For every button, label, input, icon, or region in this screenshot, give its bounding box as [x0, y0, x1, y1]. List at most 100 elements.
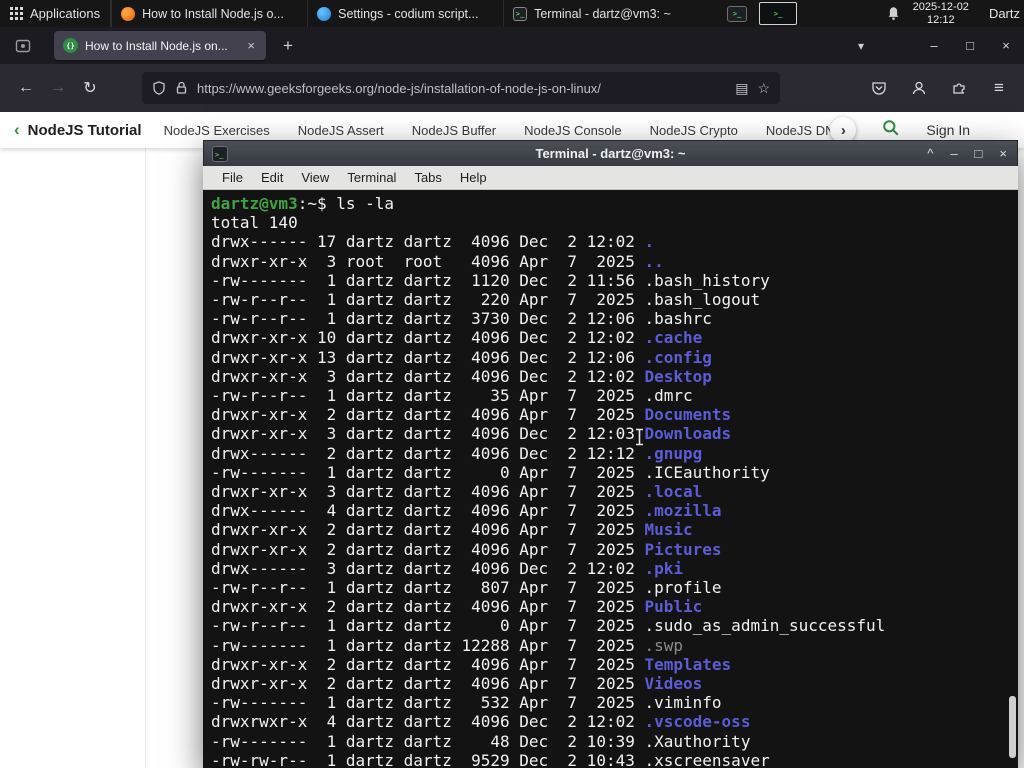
- mouse-cursor: [634, 428, 645, 451]
- notification-bell-icon[interactable]: [886, 6, 901, 21]
- taskbar-window-list: How to Install Node.js o... Settings - co…: [111, 0, 699, 27]
- file-name: Videos: [644, 674, 703, 694]
- applications-menu[interactable]: Applications: [0, 0, 110, 27]
- browser-maximize-button[interactable]: □: [952, 27, 988, 64]
- terminal-file-line: -rw-r--r-- 1 dartz dartz 0 Apr 7 2025 .s…: [211, 616, 886, 636]
- terminal-title: Terminal - dartz@vm3: ~: [535, 146, 686, 161]
- applications-grid-icon: [10, 7, 23, 20]
- file-name: Music: [644, 520, 693, 540]
- file-name: .viminfo: [644, 693, 722, 713]
- tab-close-icon[interactable]: ×: [245, 38, 257, 53]
- nav-item-nodejs-console[interactable]: NodeJS Console: [524, 123, 622, 138]
- taskbar-window-terminal[interactable]: Terminal - dartz@vm3: ~: [503, 0, 699, 27]
- extensions-puzzle-icon[interactable]: [944, 73, 974, 103]
- file-name: Templates: [644, 654, 732, 674]
- file-name: .xscreensaver: [644, 750, 770, 768]
- browser-minimize-button[interactable]: –: [916, 27, 952, 64]
- terminal-window-controls: ^ – □ ×: [927, 141, 1007, 166]
- file-name: Downloads: [644, 424, 732, 444]
- terminal-file-line: drwxr-xr-x 3 dartz dartz 4096 Dec 2 12:0…: [211, 424, 732, 444]
- terminal-file-line: -rw-r--r-- 1 dartz dartz 807 Apr 7 2025 …: [211, 578, 722, 598]
- file-name: .bash_history: [644, 270, 770, 290]
- taskbar-window-firefox[interactable]: How to Install Node.js o...: [111, 0, 307, 27]
- file-name: .gnupg: [644, 443, 703, 463]
- file-name: .sudo_as_admin_successful: [644, 616, 886, 636]
- forward-button[interactable]: →: [42, 72, 74, 104]
- reader-view-icon[interactable]: ▤: [735, 80, 748, 97]
- terminal-file-line: drwxr-xr-x 3 dartz dartz 4096 Dec 2 12:0…: [211, 366, 712, 386]
- tutorial-title[interactable]: NodeJS Tutorial: [28, 122, 142, 139]
- top-panel: Applications How to Install Node.js o...…: [0, 0, 1024, 27]
- terminal-scrollbar-thumb[interactable]: [1009, 696, 1016, 758]
- terminal-maximize-button[interactable]: □: [975, 147, 983, 160]
- nav-item-nodejs-buffer[interactable]: NodeJS Buffer: [412, 123, 496, 138]
- panel-date: 2025-12-02: [912, 1, 969, 13]
- terminal-file-line: -rw------- 1 dartz dartz 1120 Dec 2 11:5…: [211, 270, 770, 290]
- url-bar[interactable]: https://www.geeksforgeeks.org/node-js/in…: [142, 72, 780, 104]
- nav-item-nodejs-assert[interactable]: NodeJS Assert: [298, 123, 384, 138]
- browser-toolbar: ← → ↻ https://www.geeksforgeeks.org/node…: [0, 64, 1024, 112]
- terminal-menu-tabs[interactable]: Tabs: [405, 170, 450, 185]
- file-name: .config: [644, 347, 712, 367]
- terminal-launcher-button[interactable]: >_: [759, 2, 798, 25]
- terminal-icon: >_: [773, 9, 783, 18]
- back-button[interactable]: ←: [10, 72, 42, 104]
- terminal-title-bar[interactable]: >_ Terminal - dartz@vm3: ~ ^ – □ ×: [203, 140, 1018, 166]
- file-name: Documents: [644, 405, 732, 425]
- terminal-file-line: drwxr-xr-x 2 dartz dartz 4096 Apr 7 2025…: [211, 520, 693, 540]
- file-name: .Xauthority: [644, 731, 751, 751]
- browser-tab-bar: How to Install Node.js on... × + ▾ – □ ×: [0, 27, 1024, 64]
- terminal-shade-button[interactable]: ^: [927, 147, 933, 160]
- url-text[interactable]: https://www.geeksforgeeks.org/node-js/in…: [197, 81, 726, 96]
- terminal-file-line: drwxr-xr-x 13 dartz dartz 4096 Dec 2 12:…: [211, 347, 712, 367]
- site-search-icon[interactable]: [882, 119, 900, 142]
- bookmark-star-icon[interactable]: ☆: [757, 80, 770, 97]
- tracking-shield-icon[interactable]: [152, 81, 166, 95]
- site-nav-items: NodeJS Exercises NodeJS Assert NodeJS Buff…: [164, 123, 857, 138]
- terminal-menu-view[interactable]: View: [292, 170, 338, 185]
- terminal-file-line: drwxr-xr-x 3 dartz dartz 4096 Apr 7 2025…: [211, 482, 703, 502]
- padlock-icon[interactable]: [175, 81, 188, 95]
- new-tab-button[interactable]: +: [274, 32, 302, 60]
- terminal-menu-edit[interactable]: Edit: [252, 170, 292, 185]
- nav-item-nodejs-exercises[interactable]: NodeJS Exercises: [164, 123, 270, 138]
- terminal-file-line: drwxrwxr-x 4 dartz dartz 4096 Dec 2 12:0…: [211, 712, 751, 732]
- reload-button[interactable]: ↻: [74, 72, 106, 104]
- terminal-file-line: drwxr-xr-x 2 dartz dartz 4096 Apr 7 2025…: [211, 539, 722, 559]
- terminal-menu-terminal[interactable]: Terminal: [338, 170, 405, 185]
- terminal-menu-bar: File Edit View Terminal Tabs Help: [203, 166, 1018, 190]
- terminal-file-line: drwxr-xr-x 3 root root 4096 Apr 7 2025 .…: [211, 251, 664, 271]
- file-name: Pictures: [644, 539, 722, 559]
- terminal-mini-icon[interactable]: >_: [727, 5, 748, 22]
- firefox-icon: [121, 6, 136, 21]
- terminal-minimize-button[interactable]: –: [950, 147, 957, 160]
- browser-close-button[interactable]: ×: [988, 27, 1024, 64]
- firefox-view-icon[interactable]: [8, 32, 38, 60]
- terminal-prompt-line: dartz@vm3:~$ ls -la: [211, 194, 395, 213]
- applications-label: Applications: [30, 6, 101, 21]
- terminal-close-button[interactable]: ×: [999, 147, 1007, 160]
- terminal-menu-help[interactable]: Help: [451, 170, 496, 185]
- terminal-file-line: -rw-r--r-- 1 dartz dartz 3730 Dec 2 12:0…: [211, 309, 712, 329]
- pocket-icon[interactable]: [864, 73, 894, 103]
- panel-clock[interactable]: 2025-12-02 12:12: [913, 1, 969, 26]
- nav-back-chevron-icon[interactable]: ‹: [14, 120, 20, 140]
- account-icon[interactable]: [904, 73, 934, 103]
- terminal-menu-file[interactable]: File: [213, 170, 252, 185]
- nav-item-nodejs-crypto[interactable]: NodeJS Crypto: [650, 123, 738, 138]
- terminal-file-line: -rw-r--r-- 1 dartz dartz 35 Apr 7 2025 .…: [211, 386, 693, 406]
- geeksforgeeks-favicon: [63, 38, 78, 53]
- file-name: .local: [644, 482, 703, 502]
- taskbar-window-codium[interactable]: Settings - codium script...: [307, 0, 503, 27]
- toolbar-right-icons: ≡: [864, 73, 1014, 103]
- svg-text:>_: >_: [215, 151, 224, 159]
- terminal-file-line: drwx------ 4 dartz dartz 4096 Apr 7 2025…: [211, 501, 722, 521]
- hamburger-menu-icon[interactable]: ≡: [984, 73, 1014, 103]
- terminal-screen[interactable]: dartz@vm3:~$ ls -la total 140 drwx------ 1…: [203, 190, 1018, 768]
- terminal-window-icon: >_: [212, 146, 228, 165]
- panel-user-label[interactable]: Dartz: [989, 6, 1020, 21]
- list-all-tabs-icon[interactable]: ▾: [844, 27, 878, 64]
- browser-tab[interactable]: How to Install Node.js on... ×: [54, 31, 266, 60]
- sign-in-button[interactable]: Sign In: [926, 122, 970, 138]
- file-name: .dmrc: [644, 386, 693, 406]
